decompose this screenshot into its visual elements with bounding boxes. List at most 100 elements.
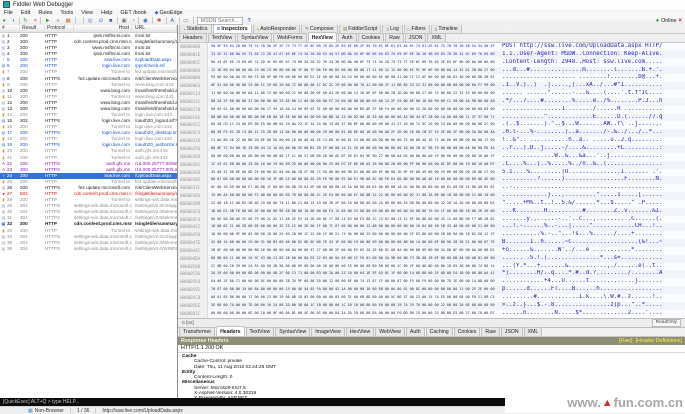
tab-fiddlerscript[interactable]: ▤FiddlerScript — [339, 25, 381, 33]
keep-all-sessions-button[interactable] — [77, 17, 82, 25]
request-tab-headers[interactable]: Headers — [179, 33, 207, 42]
hex-row[interactable]: 0000019E00 08 00 00 06 00 BD 00 0B EB 00… — [178, 114, 685, 122]
online-indicator[interactable]: ●Online× — [656, 17, 685, 25]
response-tab-textview[interactable]: TextView — [246, 327, 275, 336]
response-tab-headers[interactable]: Headers — [216, 326, 244, 336]
request-tab-auth[interactable]: Auth — [338, 33, 357, 42]
hex-row[interactable]: 0000022821 0A 80 26 22 00 B0 20 8E 00 EA… — [178, 137, 685, 145]
hex-row[interactable]: 0000039822 00 18 1C 0D 82 2B 4D 25 00 00… — [178, 200, 685, 208]
hex-row[interactable]: 000003C61D 00 E1 4B F6 00 00 2E 00 00 00… — [178, 208, 685, 216]
response-tab-caching[interactable]: Caching — [426, 327, 453, 336]
request-tab-json[interactable]: JSON — [405, 33, 427, 42]
hex-row[interactable]: 000002E035 00 31 00 0E 00 0D 25 00 00 82… — [178, 169, 685, 177]
replay-button[interactable]: ↻ — [21, 17, 32, 25]
response-tab-raw[interactable]: Raw — [481, 327, 499, 336]
hex-row[interactable]: 0000030E00 07 DB 00 00 00 00 00 00 16 3F… — [178, 176, 685, 184]
textwizard-button[interactable]: A — [168, 17, 178, 25]
hex-row[interactable]: 000005C000 01 85 00 00 00 17 00 00 23 B8… — [178, 294, 685, 302]
hex-row[interactable]: 0000047E42 00 14 00 00 00 C0 00 31 00 B3… — [178, 239, 685, 247]
response-tab-syntaxview[interactable]: SyntaxView — [275, 327, 310, 336]
hex-row[interactable]: 0000000050 4F 53 54 20 68 74 74 70 3A 2F… — [178, 43, 685, 51]
menu-item-file[interactable]: File — [0, 10, 17, 16]
request-tab-webforms[interactable]: WebForms — [273, 33, 306, 42]
help-button[interactable]: ? — [245, 17, 253, 25]
hex-row[interactable]: 0000036A15 00 A4 00 00 00 00 F2 00 00 00… — [178, 192, 685, 200]
comment-button[interactable]: ◗ — [9, 17, 17, 25]
menu-item-rules[interactable]: Rules — [34, 10, 56, 16]
hex-row[interactable]: 000000E60E 31 00 00 56 00 29 00 1C 29 60… — [178, 82, 685, 90]
hex-row[interactable]: 000000B893 00 00 00 0A 2E 80 F3 00 0F 0B… — [178, 74, 685, 82]
request-tab-raw[interactable]: Raw — [385, 33, 403, 42]
menu-item-geoedge[interactable]: ◆GeoEdge — [151, 10, 187, 16]
snapshot-button[interactable]: ▣ — [119, 17, 129, 25]
hex-row[interactable]: 0000042218 00 02 21 00 2D 00 05 00 00 00… — [178, 223, 685, 231]
go-button[interactable]: ► — [42, 17, 53, 25]
save-button[interactable]: ■ — [107, 17, 116, 25]
hex-row[interactable]: 0000028400 00 00 00 00 00 00 00 00 00 08… — [178, 153, 685, 161]
column-header-url[interactable]: URL — [132, 25, 177, 32]
response-tab-transformer[interactable]: Transformer — [179, 327, 215, 336]
response-tab-json[interactable]: JSON — [501, 327, 523, 336]
winconfig-button[interactable]: ● — [0, 17, 9, 25]
menu-item-view[interactable]: View — [77, 10, 97, 16]
remove-button[interactable]: × — [31, 17, 39, 25]
hex-row[interactable]: 0000002E31 2E 31 0D 0A 55 73 65 72 2D 41… — [178, 51, 685, 59]
msdn-search-input[interactable]: MSDN Search... — [197, 17, 243, 25]
decode-button[interactable]: ▦ — [63, 17, 74, 25]
hex-row[interactable]: 0000005C0A 43 6F 6E 74 65 6E 74 2D 4C 65… — [178, 59, 685, 67]
hex-row[interactable]: 00000508CC 0B 00 28 59 00 2A FA 0A 00 2B… — [178, 263, 685, 271]
hex-row[interactable]: 0000033C0C 00 2D A9 00 00 E7 00 BB 1F 00… — [178, 184, 685, 192]
hex-row[interactable]: 000005362A 29 00 00 09 00 00 00 00 06 48… — [178, 270, 685, 278]
hex-row[interactable]: 0000017000 04 01 00 00 00 00 00 00 17 94… — [178, 106, 685, 114]
column-header-num[interactable]: # — [0, 25, 20, 32]
request-tab-xml[interactable]: XML — [427, 33, 446, 42]
hex-row[interactable]: 0000061C00 00 00 00 00 00 6E 00 10 06 0F… — [178, 310, 685, 318]
browse-button[interactable]: ◉ — [140, 17, 151, 25]
tab-log[interactable]: ≡Log — [382, 25, 402, 33]
hex-row[interactable]: 0000045018 00 00 00 9F 00 05 00 00 18 00… — [178, 231, 685, 239]
hex-row[interactable]: 000001CC05 28 CD 11 24 00 D9 00 E5 00 0B… — [178, 121, 685, 129]
column-header-protocol[interactable]: Protocol — [45, 25, 74, 32]
request-tab-textview[interactable]: TextView — [208, 33, 237, 42]
raw-link[interactable]: [Raw] — [619, 338, 633, 344]
hex-row[interactable]: 0000025600 8E 72 94 00 16 29 00 44 13 1A… — [178, 145, 685, 153]
menu-item-tools[interactable]: Tools — [56, 10, 77, 16]
hex-row[interactable]: 000002B21C 43 01 0D 00 00 25 04 10 00 29… — [178, 161, 685, 169]
response-tab-xml[interactable]: XML — [524, 327, 543, 336]
hex-row[interactable]: 0000011411 00 00 0A 00 00 60 12 00 13 00… — [178, 90, 685, 98]
hex-row[interactable]: 0000059270 87 00 00 00 19 00 64 00 00 00… — [178, 286, 685, 294]
tearoff-button[interactable]: ▭ — [181, 17, 192, 25]
hex-row[interactable]: 0000014200 2A 2F 00 00 00 37 00 00 00 00… — [178, 98, 685, 106]
hex-row[interactable]: 000001FA00 30 F5 6C 2D C4 00 12 25 2D 00… — [178, 129, 685, 137]
hex-row[interactable]: 000003F400 D6 00 00 00 2E 00 79 00 2C 02… — [178, 216, 685, 224]
request-tab-cookies[interactable]: Cookies — [358, 33, 385, 42]
response-tab-auth[interactable]: Auth — [406, 327, 425, 336]
response-tab-webview[interactable]: WebView — [375, 327, 405, 336]
session-row[interactable]: ▤36304HTTPSsettings-win.data.microsoft.c… — [0, 246, 177, 252]
tab-inspectors[interactable]: ⊙Inspectors — [213, 25, 252, 33]
tab-statistics[interactable]: ◔Statistics — [179, 25, 212, 33]
menu-item-get-book[interactable]: GET /book — [116, 10, 150, 16]
toolbar-close-icon[interactable]: × — [678, 18, 682, 24]
hex-row[interactable]: 000005EE3E 00 00 7A 00 00 7D 00 00 16 24… — [178, 302, 685, 310]
stream-button[interactable]: » — [54, 17, 63, 25]
menu-item-edit[interactable]: Edit — [17, 10, 34, 16]
menu-item-help[interactable]: Help — [97, 10, 116, 16]
quickexec-input[interactable]: [QuickExec] ALT+Q > type HELP... — [0, 398, 513, 406]
clear-cache-button[interactable]: ✱ — [154, 17, 165, 25]
column-header-result[interactable]: Result — [20, 25, 45, 32]
hex-row[interactable]: 0000008A12 1D 00 64 00 00 00 23 00 13 00… — [178, 67, 685, 75]
request-tab-syntaxview[interactable]: SyntaxView — [237, 33, 272, 42]
tab-filters[interactable]: □Filters — [404, 25, 430, 33]
response-tab-cookies[interactable]: Cookies — [454, 327, 481, 336]
column-header-host[interactable]: Host — [74, 25, 132, 32]
find-button[interactable]: ⊙ — [96, 17, 107, 25]
request-tab-hexview[interactable]: HexView — [308, 32, 337, 42]
clock-button[interactable]: ◔ — [129, 17, 137, 25]
hex-row[interactable]: 0000056404 00 2E 00 C1 00 00 00 0C 00 00… — [178, 278, 685, 286]
hex-row[interactable]: 000004AC2B 6F 00 00 00 00 00 80 26 00 00… — [178, 247, 685, 255]
tab-timeline[interactable]: ≡Timeline — [431, 25, 462, 33]
header-definitions-link[interactable]: [Header Definitions] — [635, 338, 682, 344]
response-tab-imageview[interactable]: ImageView — [311, 327, 345, 336]
tab-autoresponder[interactable]: ϟAutoResponder — [253, 25, 301, 33]
